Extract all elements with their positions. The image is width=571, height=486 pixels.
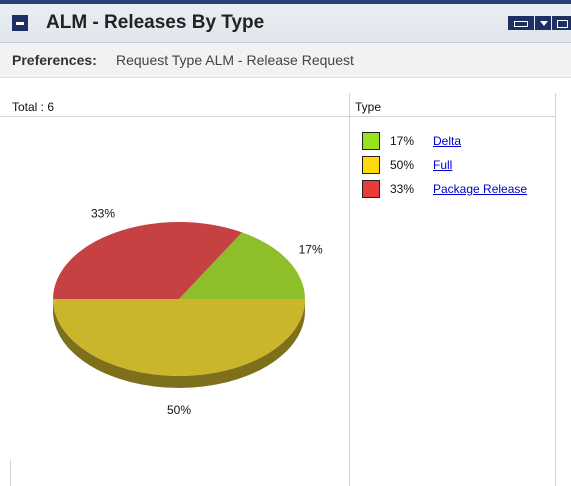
portlet-title-bar: ALM - Releases By Type	[0, 4, 571, 43]
legend-percent-package-release: 33%	[390, 182, 415, 196]
legend-item-delta: 17% Delta	[362, 131, 562, 155]
preferences-value: Request Type ALM - Release Request	[116, 52, 354, 68]
legend-link-delta[interactable]: Delta	[433, 134, 461, 148]
legend-percent-delta: 17%	[390, 134, 415, 148]
legend-percent-full: 50%	[390, 158, 415, 172]
chart-legend: 17% Delta 50% Full 33% Package Release	[362, 131, 562, 203]
pie-label-delta: 17%	[299, 243, 323, 257]
legend-link-full[interactable]: Full	[433, 158, 452, 172]
pie-label-package-release: 33%	[91, 206, 115, 220]
portlet-title: ALM - Releases By Type	[46, 12, 265, 33]
legend-swatch-package-release	[362, 180, 380, 198]
legend-item-full: 50% Full	[362, 155, 562, 179]
legend-swatch-delta	[362, 132, 380, 150]
maximize-icon[interactable]	[552, 16, 571, 30]
total-count: Total : 6	[12, 100, 55, 114]
legend-swatch-full	[362, 156, 380, 174]
legend-link-package-release[interactable]: Package Release	[433, 182, 527, 196]
legend-header: Type	[355, 100, 382, 114]
menu-dropdown-icon[interactable]	[535, 16, 551, 30]
legend-item-package-release: 33% Package Release	[362, 179, 562, 203]
preferences-bar: Preferences: Request Type ALM - Release …	[0, 43, 571, 78]
edit-icon[interactable]	[508, 16, 534, 30]
pie-chart: 17% 50% 33%	[53, 206, 323, 417]
collapse-icon[interactable]	[12, 15, 28, 31]
legend-column-divider	[349, 93, 350, 486]
preferences-label: Preferences:	[12, 52, 97, 68]
pie-label-full: 50%	[167, 403, 191, 417]
